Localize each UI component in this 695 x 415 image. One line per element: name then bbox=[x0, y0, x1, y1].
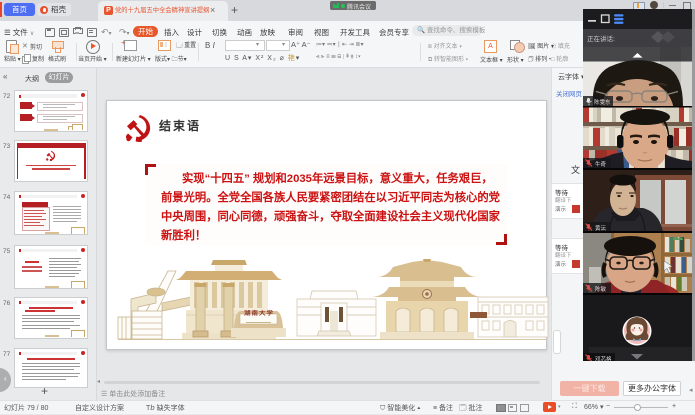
svg-text:黄沄: 黄沄 bbox=[595, 224, 607, 232]
svg-text:正在讲话:: 正在讲话: bbox=[587, 34, 615, 43]
svg-text:陈敏: 陈敏 bbox=[595, 285, 607, 293]
svg-text:湖南大学: 湖南大学 bbox=[244, 310, 274, 318]
svg-text:陈雯东: 陈雯东 bbox=[594, 98, 611, 106]
svg-text:牛奇: 牛奇 bbox=[595, 160, 607, 168]
